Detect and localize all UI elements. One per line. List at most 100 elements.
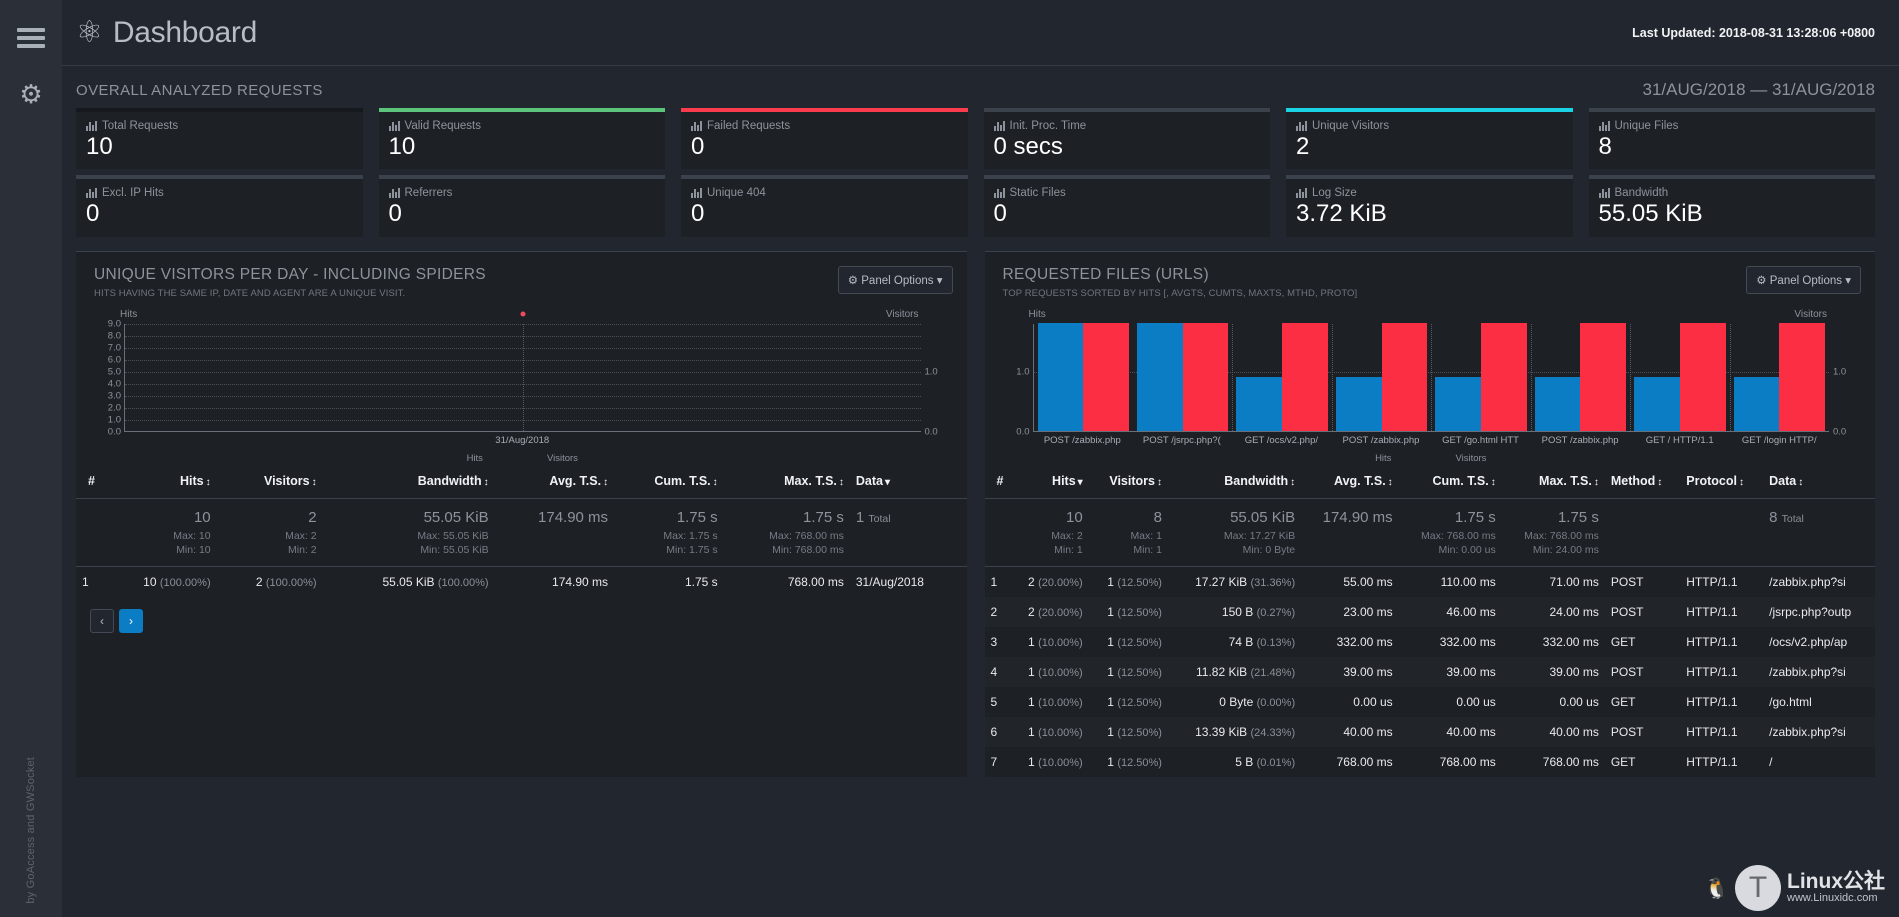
brand: ⚛ Dashboard bbox=[76, 16, 257, 50]
column-header-hits[interactable]: Hits ↕ bbox=[100, 463, 217, 499]
y2-tick-label: 1.0 bbox=[1833, 366, 1847, 378]
column-header-max-t-s[interactable]: Max. T.S. ↕ bbox=[1501, 463, 1605, 499]
bar-hits bbox=[1037, 322, 1084, 431]
cell-avg-ts: 332.00 ms bbox=[1336, 634, 1393, 649]
bar-chart-icon bbox=[86, 188, 97, 199]
x-tick-label: POST /zabbix.php bbox=[1342, 434, 1420, 446]
table-row[interactable]: 6 1 (10.00%) 1 (12.50%) 13.39 KiB (24.33… bbox=[984, 716, 1875, 747]
cell-method: GET bbox=[1610, 694, 1636, 709]
bar-hits bbox=[1335, 376, 1382, 431]
sort-icon[interactable]: ↕ bbox=[1157, 477, 1162, 488]
stat-card: Failed Requests 0 bbox=[681, 108, 968, 170]
cell-data: /jsrpc.php?outp bbox=[1763, 596, 1875, 627]
stat-card-value: 55.05 KiB bbox=[1598, 200, 1703, 228]
cell-max-ts: 71.00 ms bbox=[1549, 574, 1599, 589]
table-row[interactable]: 1 10 (100.00%) 2 (100.00%) 55.05 KiB (10… bbox=[76, 566, 967, 597]
bar-chart-icon bbox=[1598, 188, 1610, 199]
cell-hits: 1 (10.00%) bbox=[1028, 634, 1083, 649]
main-content: ⚛ Dashboard Last Updated: 2018-08-31 13:… bbox=[62, 0, 1899, 917]
stat-card-col: Unique Visitors 2 Log Size 3.72 KiB bbox=[1286, 108, 1573, 237]
column-header-visitors[interactable]: Visitors ↕ bbox=[1088, 463, 1168, 499]
sort-icon[interactable]: ↕ bbox=[1491, 477, 1496, 488]
prev-page-button[interactable]: ‹ bbox=[90, 608, 114, 633]
column-header-cum-t-s[interactable]: Cum. T.S. ↕ bbox=[614, 463, 724, 499]
chart-right-axis-names: Hits Visitors bbox=[1003, 309, 1860, 320]
table-row[interactable]: 4 1 (10.00%) 1 (12.50%) 11.82 KiB (21.48… bbox=[984, 656, 1875, 687]
settings-button[interactable]: ⚙ bbox=[0, 66, 62, 122]
sort-icon[interactable]: ↕ bbox=[1739, 477, 1744, 488]
next-page-button[interactable]: › bbox=[119, 608, 143, 633]
column-header-hits[interactable]: Hits ▾ bbox=[1009, 463, 1089, 499]
y-tick-label: 1.0 bbox=[107, 414, 121, 426]
bar-chart-icon bbox=[993, 121, 1005, 131]
column-header-bandwidth[interactable]: Bandwidth ↕ bbox=[322, 463, 495, 499]
sort-icon[interactable]: ↕ bbox=[1290, 477, 1295, 488]
column-header-data[interactable]: Data ↕ bbox=[1763, 463, 1875, 499]
table-row[interactable]: 1 2 (20.00%) 1 (12.50%) 17.27 KiB (31.36… bbox=[985, 566, 1876, 597]
row-index: 3 bbox=[990, 634, 998, 649]
sort-icon[interactable]: ↕ bbox=[839, 477, 844, 488]
y2-tick-label: 1.0 bbox=[924, 366, 938, 378]
column-header-visitors[interactable]: Visitors ↕ bbox=[216, 463, 323, 499]
sort-icon[interactable]: ↕ bbox=[206, 477, 211, 488]
sort-icon[interactable]: ↕ bbox=[1388, 477, 1393, 488]
sort-icon[interactable]: ↕ bbox=[1594, 477, 1599, 488]
sort-icon[interactable]: ↕ bbox=[1657, 477, 1662, 488]
hamburger-menu-button[interactable] bbox=[0, 10, 62, 66]
panel-right-options-button[interactable]: ⚙ Panel Options ▾ bbox=[1746, 265, 1861, 294]
cell-max-ts: 768.00 ms bbox=[1542, 754, 1599, 769]
stat-card-label: Referrers bbox=[388, 187, 656, 199]
cell-cum-ts: 39.00 ms bbox=[1398, 656, 1502, 687]
last-updated-text: Last Updated: 2018-08-31 13:28:06 +0800 bbox=[1632, 25, 1875, 40]
column-header-max-t-s[interactable]: Max. T.S. ↕ bbox=[723, 463, 850, 499]
cell-method: POST bbox=[1604, 716, 1681, 747]
table-row[interactable]: 3 1 (10.00%) 1 (12.50%) 74 B (0.13%) 332… bbox=[985, 627, 1876, 657]
bar-hits bbox=[1136, 322, 1183, 431]
column-header-method[interactable]: Method ↕ bbox=[1604, 463, 1681, 499]
sort-desc-icon[interactable]: ▾ bbox=[1078, 477, 1083, 488]
x-tick-label: GET /ocs/v2.php/ bbox=[1244, 434, 1319, 446]
chevron-down-icon: ▾ bbox=[1845, 274, 1851, 287]
stat-card: Unique Files 8 bbox=[1588, 108, 1875, 170]
y-tick-label: 0.0 bbox=[107, 426, 121, 438]
column-header-bandwidth[interactable]: Bandwidth ↕ bbox=[1167, 463, 1302, 499]
sort-desc-icon[interactable]: ▾ bbox=[885, 477, 890, 488]
sort-icon[interactable]: ↕ bbox=[1798, 477, 1803, 488]
stat-card-secondary: Unique 404 0 bbox=[681, 175, 968, 237]
column-header-avg-t-s[interactable]: Avg. T.S. ↕ bbox=[494, 463, 615, 499]
summary-cum-ts: 1.75 s bbox=[676, 508, 718, 526]
bar-chart-icon bbox=[1296, 121, 1307, 131]
cell-visitors: 1 (12.50%) bbox=[1088, 596, 1168, 627]
sort-icon[interactable]: ↕ bbox=[713, 477, 718, 488]
row-index: 7 bbox=[990, 754, 998, 769]
panel-right-title: REQUESTED FILES (URLS) bbox=[1002, 265, 1209, 283]
watermark: 🐧 T Linux公社 www.Linuxidc.com bbox=[1704, 865, 1885, 911]
summary-bandwidth: 55.05 KiB bbox=[1230, 508, 1296, 526]
bar-group bbox=[1630, 322, 1729, 431]
sort-icon[interactable]: ↕ bbox=[312, 477, 317, 488]
row-index: 1 bbox=[82, 574, 89, 589]
column-header-protocol[interactable]: Protocol ↕ bbox=[1680, 463, 1764, 499]
column-header-data[interactable]: Data ▾ bbox=[849, 463, 967, 499]
stat-card-label: Init. Proc. Time bbox=[993, 120, 1261, 132]
column-header-[interactable]: # bbox=[984, 463, 1010, 499]
table-row[interactable]: 5 1 (10.00%) 1 (12.50%) 0 Byte (0.00%) 0… bbox=[985, 687, 1876, 717]
summary-hits: 10 bbox=[1066, 508, 1083, 526]
watermark-url: www.Linuxidc.com bbox=[1787, 892, 1878, 905]
column-header-[interactable]: # bbox=[76, 463, 101, 499]
panels: UNIQUE VISITORS PER DAY - INCLUDING SPID… bbox=[62, 237, 1899, 777]
sort-icon[interactable]: ↕ bbox=[484, 477, 489, 488]
column-header-avg-t-s[interactable]: Avg. T.S. ↕ bbox=[1301, 463, 1399, 499]
column-header-cum-t-s[interactable]: Cum. T.S. ↕ bbox=[1398, 463, 1502, 499]
stat-card-col: Unique Files 8 Bandwidth 55.05 KiB bbox=[1588, 108, 1875, 237]
stat-card-label: Unique Files bbox=[1598, 120, 1866, 132]
summary-max-ts: 1.75 s bbox=[803, 508, 844, 526]
y-tick-label: 0.0 bbox=[1016, 426, 1030, 438]
table-row[interactable]: 2 2 (20.00%) 1 (12.50%) 150 B (0.27%) 23… bbox=[984, 596, 1875, 627]
y-tick-label: 5.0 bbox=[107, 366, 121, 378]
panel-left-options-button[interactable]: ⚙ Panel Options ▾ bbox=[837, 265, 953, 294]
table-row[interactable]: 7 1 (10.00%) 1 (12.50%) 5 B (0.01%) 768.… bbox=[985, 747, 1876, 777]
sort-icon[interactable]: ↕ bbox=[603, 477, 608, 488]
stat-card-col: Failed Requests 0 Unique 404 0 bbox=[681, 108, 968, 237]
cell-max-ts: 39.00 ms bbox=[1501, 656, 1605, 687]
